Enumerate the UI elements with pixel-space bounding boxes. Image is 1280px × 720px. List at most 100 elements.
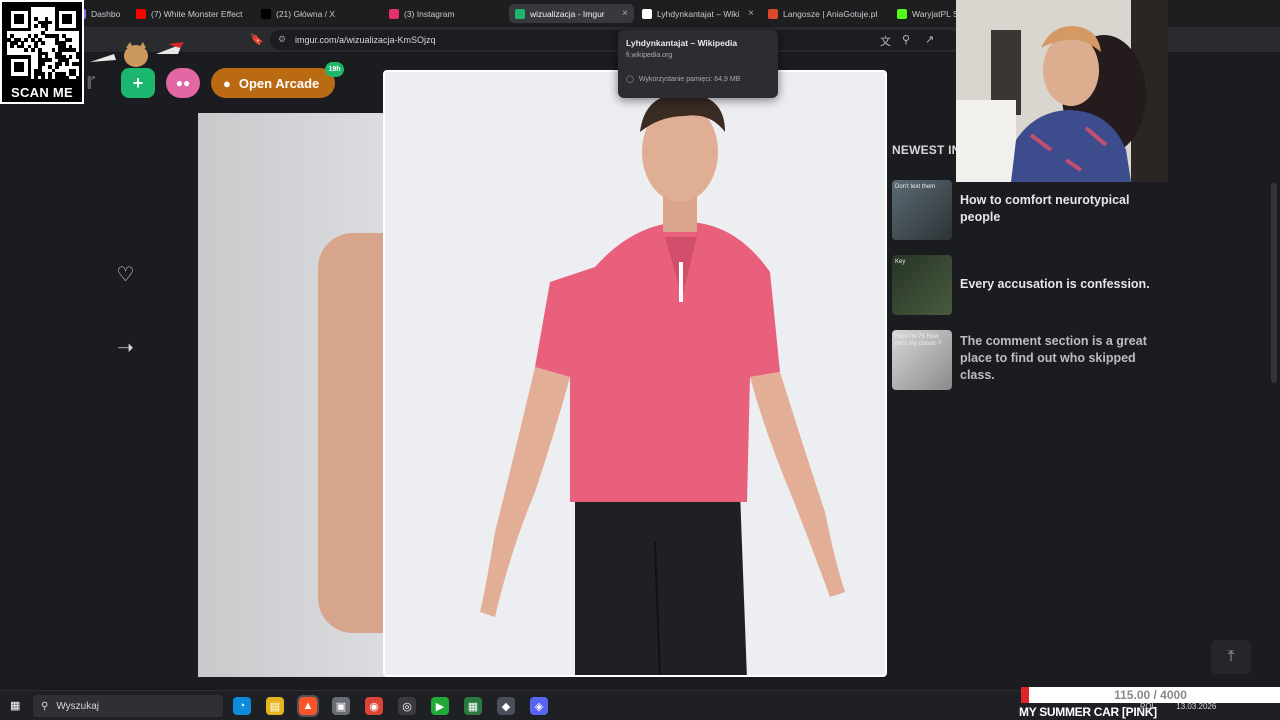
tab-close-icon[interactable]: × (622, 8, 628, 19)
sidebar-scrollbar[interactable] (1271, 183, 1277, 383)
qr-module (68, 55, 73, 59)
qr-module (41, 41, 45, 45)
scan-me-label: SCAN ME (10, 85, 74, 100)
tooltip-title: Lyhdynkantajat – Wikipedia (626, 38, 738, 48)
file-explorer-icon[interactable]: ▤ (266, 697, 284, 715)
tab-label: (21) Główna / X (276, 8, 336, 19)
post-thumbnail[interactable]: Key (892, 255, 952, 315)
tab-hover-tooltip: Lyhdynkantajat – Wikipedia fi.wikipedia.… (618, 30, 778, 98)
scroll-to-top-button[interactable]: ⤒ (1211, 640, 1251, 674)
tab-label: Lyhdynkantajat – Wiki (657, 8, 740, 19)
tab-label: Langosze | AniaGotuje.pl (783, 8, 878, 19)
tray-language: POL (1140, 702, 1157, 711)
zoom-icon[interactable]: ⚲ (902, 33, 910, 46)
site-settings-icon[interactable]: ⚙ (278, 34, 286, 45)
post-thumbnail[interactable]: Don't text them (892, 180, 952, 240)
goal-progress-bar: 115.00 / 4000 (1021, 687, 1280, 703)
obs-icon[interactable]: ◎ (398, 697, 416, 715)
taskbar-search-placeholder: Wyszukaj (56, 700, 100, 712)
chrome-icon[interactable]: ◉ (365, 697, 383, 715)
qr-module (20, 20, 25, 25)
share-arrow-icon: ➝ (117, 337, 134, 359)
mascot-button[interactable]: ●● (166, 68, 200, 98)
browser-tab[interactable]: wizualizacja - Imgur × (509, 4, 634, 23)
qr-module (75, 55, 80, 59)
browser-tab[interactable]: (3) Instagram (383, 4, 503, 23)
tab-favicon-icon (261, 8, 271, 19)
discord-icon[interactable]: ◈ (530, 697, 548, 715)
qr-module (65, 75, 69, 80)
newest-post-item[interactable]: Key Every accusation is confession. (892, 255, 1252, 315)
tray-date-text: 13.03.2026 (1176, 702, 1217, 711)
edge-icon[interactable]: ◔ (233, 697, 251, 715)
tab-favicon-icon (768, 8, 778, 19)
tab-label: (3) Instagram (404, 8, 455, 19)
tab-label: wizualizacja - Imgur (530, 8, 605, 19)
tooltip-domain: fi.wikipedia.org (626, 52, 673, 59)
shield-icon[interactable]: ◆ (497, 697, 515, 715)
post-title[interactable]: How to comfort neurotypical people (960, 192, 1160, 226)
tab-favicon-icon (897, 8, 907, 19)
imgur-logo-fragment[interactable]: r (86, 68, 95, 96)
post-image-background (198, 113, 388, 677)
browser-tab[interactable]: (7) White Monster Effect D (130, 4, 250, 23)
qr-code (7, 7, 80, 80)
thumbnail-caption: Key (895, 259, 906, 265)
qr-module (27, 27, 32, 32)
qr-module (41, 75, 45, 80)
cat-sticker (88, 40, 188, 68)
newest-post-item[interactable]: How I'm 75 How old's my classic ? The com… (892, 330, 1252, 390)
translate-icon[interactable]: 文 (880, 33, 891, 49)
address-bar[interactable]: ⚙ imgur.com/a/wizualizacja-KmSOjzq (270, 30, 960, 50)
tooltip-memory-text: Wykorzystanie pamięci: 64,9 MB (638, 75, 741, 83)
qr-module (68, 20, 73, 25)
qr-module (68, 37, 73, 42)
gamepad-icon: ● (223, 75, 231, 91)
post-thumbnail[interactable]: How I'm 75 How old's my classic ? (892, 330, 952, 390)
qr-code-overlay: SCAN ME (0, 0, 84, 104)
app-icon[interactable]: ▣ (332, 697, 350, 715)
arcade-timer-badge: 19h (325, 62, 344, 77)
qr-module (75, 61, 80, 66)
newest-heading: NEWEST IN (892, 143, 961, 157)
memory-icon: ◯ (626, 76, 634, 83)
newest-post-item[interactable]: Don't text them How to comfort neurotypic… (892, 180, 1252, 240)
tray-date: POL 13.03.2026 (1140, 702, 1216, 711)
bookmark-icon[interactable]: 🔖 (250, 33, 264, 46)
share-icon[interactable]: ↗ (925, 33, 934, 46)
browser-tab[interactable]: Langosze | AniaGotuje.pl (762, 4, 887, 23)
upload-button[interactable]: + (121, 68, 155, 98)
qr-module (48, 58, 52, 63)
qr-module (31, 48, 35, 52)
open-arcade-label: Open Arcade (238, 75, 320, 91)
brave-icon[interactable]: ▲ (297, 695, 319, 717)
windows-start-icon[interactable]: ▦ (10, 699, 20, 712)
browser-tab[interactable]: Lyhdynkantajat – Wiki × (636, 4, 760, 23)
post-title[interactable]: The comment section is a great place to … (960, 333, 1160, 384)
thumbnail-caption: Don't text them (895, 184, 936, 190)
thumbnail-caption: How I'm 75 How old's my classic ? (895, 334, 942, 347)
qr-module (44, 27, 49, 32)
qr-module (10, 44, 15, 49)
qr-module (48, 20, 52, 25)
open-arcade-button[interactable]: ● Open Arcade (211, 68, 335, 98)
play-icon[interactable]: ▶ (431, 697, 449, 715)
streamer-webcam (956, 0, 1168, 182)
tab-favicon-icon (389, 8, 399, 19)
favorite-button[interactable]: ♡ (98, 247, 153, 302)
qr-module (41, 61, 45, 66)
post-title[interactable]: Every accusation is confession. (960, 276, 1160, 293)
share-post-button[interactable]: ➝ (98, 320, 153, 375)
image-lightbox[interactable] (383, 70, 887, 677)
tab-favicon-icon (515, 8, 525, 19)
tab-favicon-icon (642, 8, 652, 19)
browser-tab[interactable]: (21) Główna / X (255, 4, 380, 23)
qr-module (34, 24, 39, 28)
tooltip-memory: ◯ Wykorzystanie pamięci: 64,9 MB (626, 75, 770, 84)
goal-progress-text: 115.00 / 4000 (1114, 688, 1187, 702)
taskbar-search[interactable]: ⚲ Wyszukaj (33, 695, 223, 717)
spreadsheet-icon[interactable]: ▦ (464, 697, 482, 715)
tab-label: Dashbo (91, 8, 121, 19)
tab-close-icon[interactable]: × (748, 8, 754, 19)
address-bar-url: imgur.com/a/wizualizacja-KmSOjzq (295, 35, 436, 45)
